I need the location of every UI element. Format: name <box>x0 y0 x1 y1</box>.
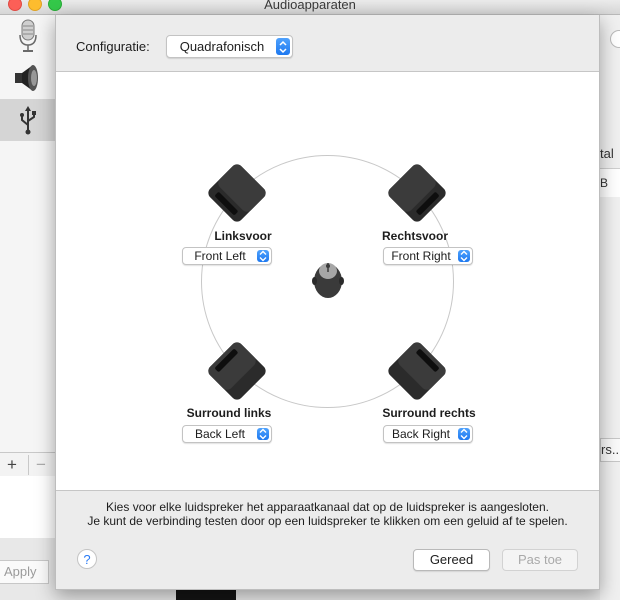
configuration-label: Configuratie: <box>76 39 150 54</box>
front-right-channel-popup[interactable]: Front Right <box>383 247 473 265</box>
speaker-front-right[interactable] <box>386 162 448 224</box>
up-down-arrows-icon <box>276 38 290 55</box>
front-left-label: Linksvoor <box>214 229 272 243</box>
surround-left-label: Surround links <box>186 406 272 420</box>
background-text: tal <box>600 146 614 161</box>
speaker-front-left-icon <box>208 164 266 222</box>
up-down-arrows-icon <box>257 428 269 440</box>
surround-left-channel-value: Back Left <box>194 427 246 441</box>
surround-right-label: Surround rechts <box>382 406 476 420</box>
configuration-value: Quadrafonisch <box>179 39 265 54</box>
add-device-button[interactable]: + <box>0 455 24 475</box>
sidebar-item-speaker[interactable] <box>0 57 55 99</box>
speaker-surround-left-icon <box>208 342 266 400</box>
help-button[interactable]: ? <box>77 549 97 569</box>
speaker-configuration-sheet: Configuratie: Quadrafonisch Linksvoor Fr… <box>55 15 600 590</box>
device-sidebar <box>0 15 56 455</box>
surround-right-channel-popup[interactable]: Back Right <box>383 425 473 443</box>
sidebar-item-microphone[interactable] <box>0 15 55 57</box>
background-right-panel <box>600 15 620 600</box>
remove-device-button[interactable]: − <box>28 455 53 475</box>
front-right-label: Rechtsvoor <box>381 229 449 243</box>
info-text-line-1: Kies voor elke luidspreker het apparaatk… <box>106 500 549 514</box>
listener-head-icon <box>312 263 344 298</box>
speaker-icon <box>14 65 38 91</box>
sidebar-toolbar: + − <box>0 452 55 477</box>
speaker-surround-right-icon <box>388 342 446 400</box>
up-down-arrows-icon <box>458 428 470 440</box>
background-panel <box>0 476 55 538</box>
surround-right-channel-value: Back Right <box>391 427 451 441</box>
speaker-front-left[interactable] <box>206 162 268 224</box>
up-down-arrows-icon <box>257 250 269 262</box>
speaker-front-right-icon <box>388 164 446 222</box>
info-text-line-2: Je kunt de verbinding testen door op een… <box>87 514 568 528</box>
configuration-popup[interactable]: Quadrafonisch <box>166 35 293 58</box>
sidebar-item-usb[interactable] <box>0 99 55 141</box>
front-left-channel-value: Front Left <box>194 249 246 263</box>
speaker-surround-right[interactable] <box>386 340 448 402</box>
speaker-layout-area: Linksvoor Front Left Rechtsvoor Front Ri… <box>56 71 599 491</box>
background-right-button[interactable]: rs... <box>600 438 620 462</box>
background-field-text: B <box>600 176 609 190</box>
background-apply-button[interactable]: Apply <box>0 560 49 584</box>
speaker-surround-left[interactable] <box>206 340 268 402</box>
up-down-arrows-icon <box>458 250 470 262</box>
apply-button[interactable]: Pas toe <box>502 549 578 571</box>
surround-left-channel-popup[interactable]: Back Left <box>182 425 272 443</box>
window-title: Audioapparaten <box>264 0 356 12</box>
front-left-channel-popup[interactable]: Front Left <box>182 247 272 265</box>
usb-icon <box>19 106 36 135</box>
front-right-channel-value: Front Right <box>391 249 451 263</box>
done-button[interactable]: Gereed <box>413 549 490 571</box>
title-bar: Audioapparaten <box>0 0 620 15</box>
microphone-icon <box>18 19 37 52</box>
